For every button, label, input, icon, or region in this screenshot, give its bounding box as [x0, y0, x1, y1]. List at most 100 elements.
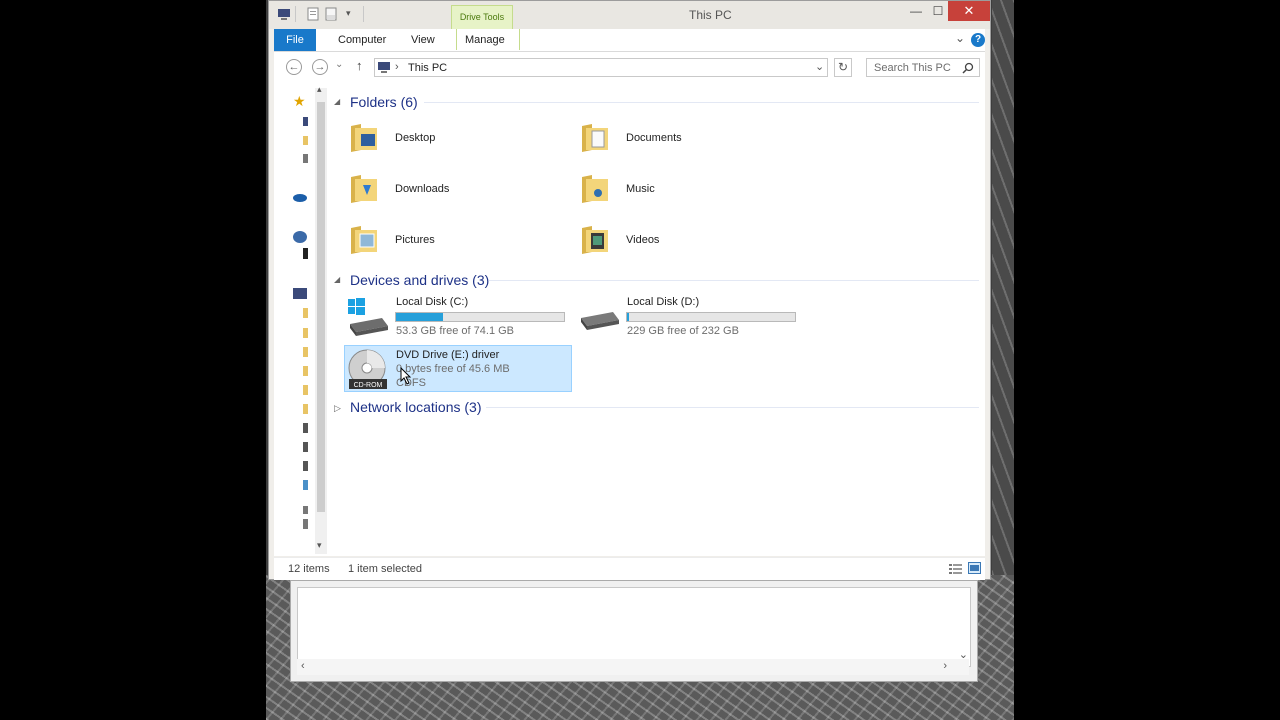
nav-item-icon[interactable] — [303, 519, 308, 529]
drive-tools-context-label: Drive Tools — [451, 5, 513, 29]
nav-scroll-thumb[interactable] — [317, 102, 325, 512]
address-dropdown-chevron-icon[interactable]: ⌄ — [815, 60, 824, 73]
scroll-left-arrow[interactable]: ‹ — [301, 660, 305, 672]
folder-name: Downloads — [395, 183, 450, 195]
section-divider — [486, 407, 979, 408]
nav-folder-icon[interactable] — [303, 347, 308, 357]
nav-folder-icon[interactable] — [303, 385, 308, 395]
documents-folder-icon — [582, 124, 608, 152]
tiles-view-icon[interactable] — [968, 562, 981, 574]
details-view-icon[interactable] — [949, 563, 962, 574]
folder-pictures[interactable]: Pictures — [349, 220, 539, 264]
collapse-devices-icon[interactable]: ◢ — [334, 275, 340, 284]
hard-drive-icon — [581, 312, 619, 330]
downloads-nav-icon[interactable] — [303, 136, 308, 145]
title-bar[interactable]: ▾ Drive Tools This PC — ☐ ✕ — [269, 1, 990, 29]
pictures-folder-icon — [351, 226, 377, 254]
status-bar: 12 items 1 item selected — [274, 557, 985, 580]
expand-network-icon[interactable]: ▷ — [334, 403, 341, 414]
new-folder-icon[interactable] — [324, 7, 338, 21]
folder-videos[interactable]: Videos — [580, 220, 770, 264]
ribbon-tab-bar: File Computer View Manage ⌄ ? — [274, 29, 985, 52]
properties-icon[interactable] — [306, 7, 320, 21]
folder-name: Desktop — [395, 132, 436, 144]
homegroup-icon[interactable] — [293, 231, 307, 243]
content-area: ★ ▴ ▾ ◢ Folders (6) Desktop Documents Do… — [274, 82, 985, 556]
folder-downloads[interactable]: Downloads — [349, 169, 539, 213]
nav-scroll-down-arrow[interactable]: ▾ — [317, 540, 322, 551]
breadcrumb-this-pc[interactable]: This PC — [408, 62, 447, 74]
onedrive-icon[interactable] — [292, 192, 308, 202]
item-count: 12 items — [288, 563, 330, 575]
refresh-button[interactable]: ↻ — [834, 58, 852, 77]
customize-toolbar-chevron-icon[interactable]: ▾ — [346, 8, 351, 19]
drive-name: Local Disk (D:) — [627, 296, 700, 308]
nav-folder-icon[interactable] — [303, 366, 308, 376]
forward-button[interactable]: → — [312, 59, 328, 75]
address-bar-row: ← → ⌄ ↑ › This PC ⌄ ↻ Search This PC — [274, 52, 985, 82]
nav-folder-icon[interactable] — [303, 328, 308, 338]
quick-access-star-icon[interactable]: ★ — [293, 93, 306, 110]
drive-d[interactable]: Local Disk (D:) 229 GB free of 232 GB — [577, 294, 803, 340]
homegroup-user-icon[interactable] — [303, 248, 308, 259]
folder-name: Videos — [626, 234, 660, 246]
nav-item-icon[interactable] — [303, 506, 308, 514]
background-window: ⌄ ‹ › — [290, 580, 978, 682]
maximize-button[interactable]: ☐ — [929, 1, 947, 21]
windows-drive-icon — [348, 298, 388, 336]
videos-folder-icon — [582, 226, 608, 254]
folder-documents[interactable]: Documents — [580, 118, 770, 162]
folder-music[interactable]: Music — [580, 169, 770, 213]
tab-manage[interactable]: Manage — [456, 29, 520, 50]
this-pc-nav-icon[interactable] — [293, 288, 307, 299]
selection-count: 1 item selected — [348, 563, 422, 575]
drive-free-space: 0 bytes free of 45.6 MB — [396, 363, 510, 375]
collapse-folders-icon[interactable]: ◢ — [334, 97, 340, 106]
network-nav-icon[interactable] — [303, 480, 308, 490]
recent-locations-chevron-icon[interactable]: ⌄ — [335, 59, 343, 70]
tab-file[interactable]: File — [274, 29, 316, 51]
navigation-pane[interactable]: ★ ▴ ▾ — [274, 82, 328, 556]
nav-folder-icon[interactable] — [303, 308, 308, 318]
desktop-nav-icon[interactable] — [303, 117, 308, 126]
drive-usage-bar — [395, 312, 565, 322]
this-pc-icon — [378, 62, 390, 73]
tab-view[interactable]: View — [403, 29, 443, 51]
drive-name: Local Disk (C:) — [396, 296, 469, 308]
dvd-nav-icon[interactable] — [303, 461, 308, 471]
search-icon[interactable] — [962, 62, 974, 74]
recent-nav-icon[interactable] — [303, 154, 308, 163]
background-window-content: ⌄ — [297, 587, 971, 667]
horizontal-scrollbar[interactable]: ‹ › — [297, 659, 969, 675]
desktop-folder-icon — [351, 124, 377, 152]
toolbar-divider — [295, 6, 296, 22]
devices-section-header[interactable]: Devices and drives (3) — [350, 272, 489, 288]
expand-ribbon-chevron-icon[interactable]: ⌄ — [955, 31, 965, 45]
scroll-right-arrow[interactable]: › — [943, 660, 947, 672]
help-icon[interactable]: ? — [971, 33, 985, 47]
back-button[interactable]: ← — [286, 59, 302, 75]
drive-c-nav-icon[interactable] — [303, 423, 308, 433]
tab-computer[interactable]: Computer — [330, 29, 394, 51]
network-section-header[interactable]: Network locations (3) — [350, 399, 482, 415]
search-input[interactable]: Search This PC — [874, 62, 951, 74]
breadcrumb-separator-icon[interactable]: › — [395, 61, 399, 73]
search-box[interactable]: Search This PC — [866, 58, 980, 77]
folders-section-header[interactable]: Folders (6) — [350, 94, 418, 110]
downloads-folder-icon — [351, 175, 377, 203]
drive-c[interactable]: Local Disk (C:) 53.3 GB free of 74.1 GB — [346, 294, 572, 340]
section-divider — [489, 280, 979, 281]
folder-desktop[interactable]: Desktop — [349, 118, 539, 162]
drive-usage-bar — [626, 312, 796, 322]
drive-usage-fill — [396, 313, 444, 321]
nav-scrollbar[interactable]: ▴ ▾ — [315, 84, 327, 554]
address-bar[interactable]: › This PC ⌄ — [374, 58, 828, 77]
up-button[interactable]: ↑ — [356, 58, 363, 73]
section-divider — [424, 102, 979, 103]
nav-scroll-up-arrow[interactable]: ▴ — [317, 84, 322, 95]
close-button[interactable]: ✕ — [948, 1, 990, 21]
drive-d-nav-icon[interactable] — [303, 442, 308, 452]
nav-folder-icon[interactable] — [303, 404, 308, 414]
minimize-button[interactable]: — — [907, 1, 925, 21]
drive-e-selected[interactable]: CD-ROM DVD Drive (E:) driver 0 bytes fre… — [344, 345, 572, 392]
